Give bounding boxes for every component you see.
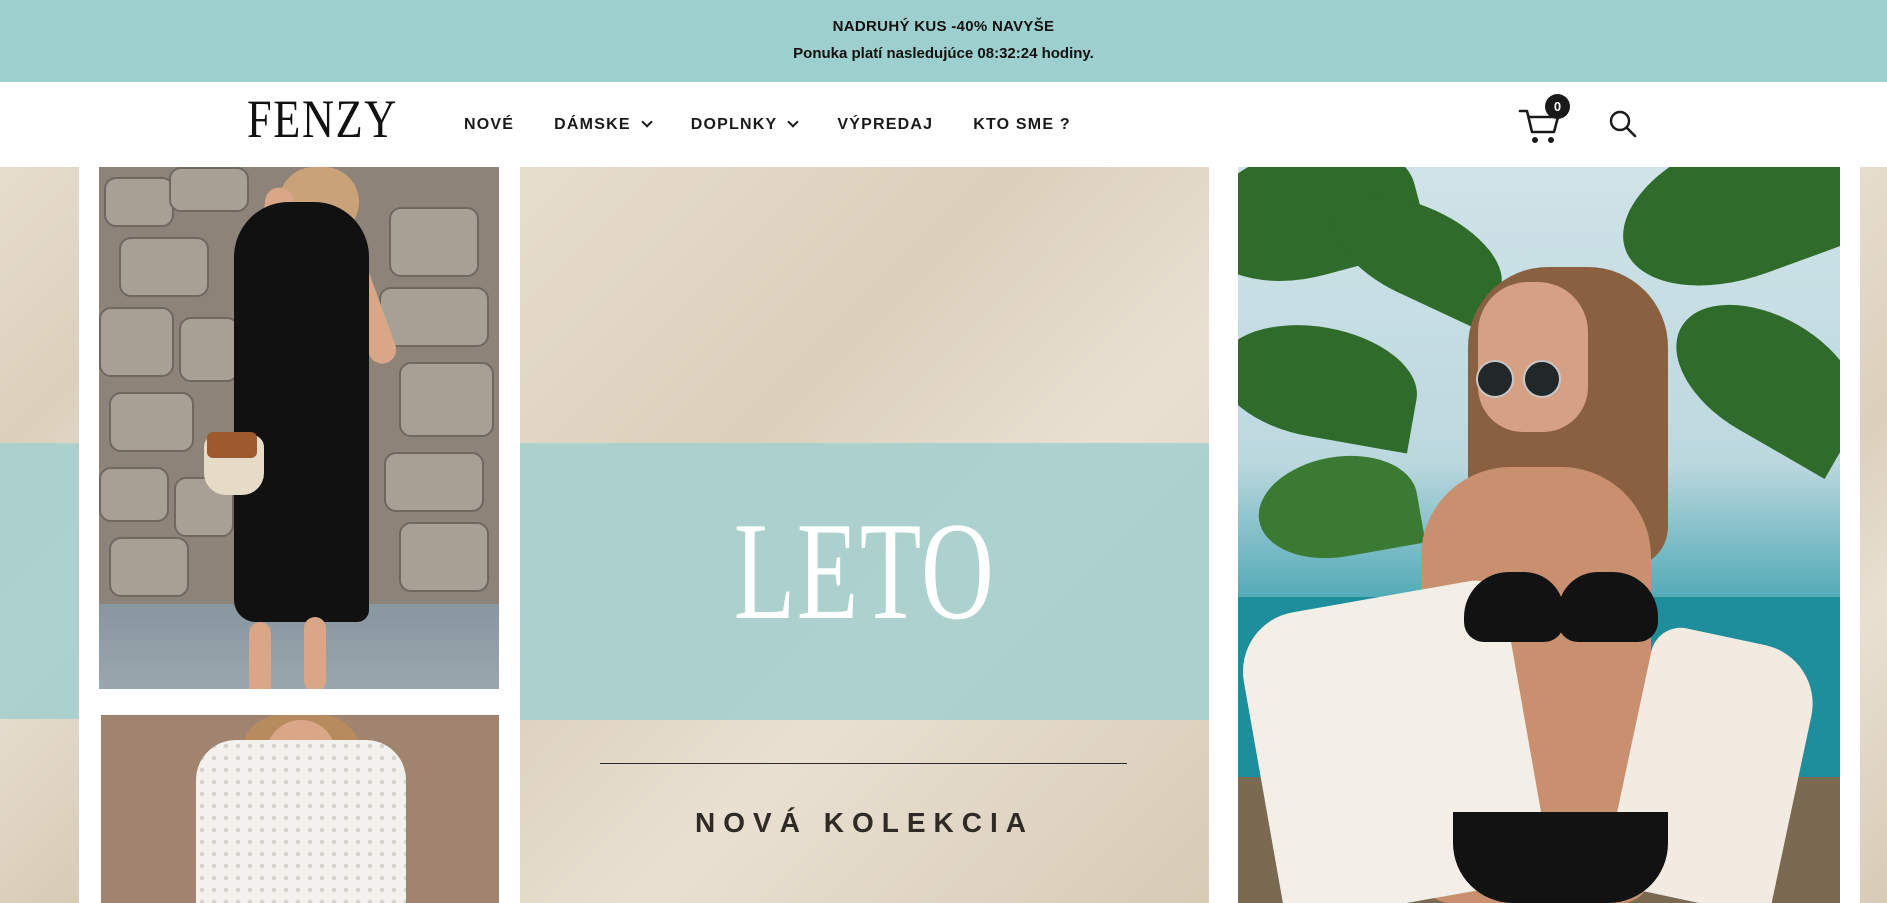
site-logo[interactable]: FENZY [247, 92, 398, 146]
nav-item-kto-sme[interactable]: KTO SME ? [973, 116, 1071, 134]
sand-background-right [1860, 167, 1887, 903]
search-icon [1609, 110, 1637, 138]
sand-background-left [0, 167, 79, 903]
nav-item-nove[interactable]: NOVÉ [464, 116, 514, 134]
nav-item-label: VÝPREDAJ [837, 115, 934, 133]
nav-item-label: KTO SME ? [973, 115, 1071, 133]
promo-bar: NADRUHÝ KUS -40% NAVYŠE Ponuka platí nas… [0, 0, 1887, 82]
nav-item-label: DOPLNKY [690, 115, 778, 133]
promo-headline: NADRUHÝ KUS -40% NAVYŠE [832, 18, 1055, 35]
product-photo-black-dress[interactable] [99, 167, 499, 689]
divider-line [600, 763, 1127, 764]
teal-band [0, 443, 79, 719]
nav-item-label: NOVÉ [464, 115, 515, 133]
product-photo-black-bikini[interactable] [1238, 167, 1840, 903]
nav-item-vypredaj[interactable]: VÝPREDAJ [837, 116, 933, 134]
chevron-down-icon [787, 116, 800, 128]
chevron-down-icon [641, 116, 653, 128]
hero-subtitle: NOVÁ KOLEKCIA [695, 807, 1034, 838]
hero-collage: LETO NOVÁ KOLEKCIA [0, 167, 1887, 903]
nav-item-damske[interactable]: DÁMSKE [554, 115, 653, 134]
search-button[interactable] [1608, 109, 1638, 139]
cart-count-badge: 0 [1545, 94, 1570, 119]
hero-banner-leto[interactable]: LETO NOVÁ KOLEKCIA [520, 167, 1209, 903]
promo-countdown: Ponuka platí nasledujúce 08:32:24 hodiny… [793, 45, 1094, 62]
product-photo-white-lace-top[interactable] [101, 715, 499, 903]
nav-item-doplnky[interactable]: DOPLNKY [690, 115, 800, 134]
nav-item-label: DÁMSKE [554, 115, 631, 133]
main-nav: NOVÉ DÁMSKE DOPLNKY VÝPREDAJ KTO SME ? [464, 82, 1111, 167]
hero-title: LETO [733, 494, 996, 649]
site-header: FENZY NOVÉ DÁMSKE DOPLNKY VÝPREDAJ KTO S… [0, 82, 1887, 167]
